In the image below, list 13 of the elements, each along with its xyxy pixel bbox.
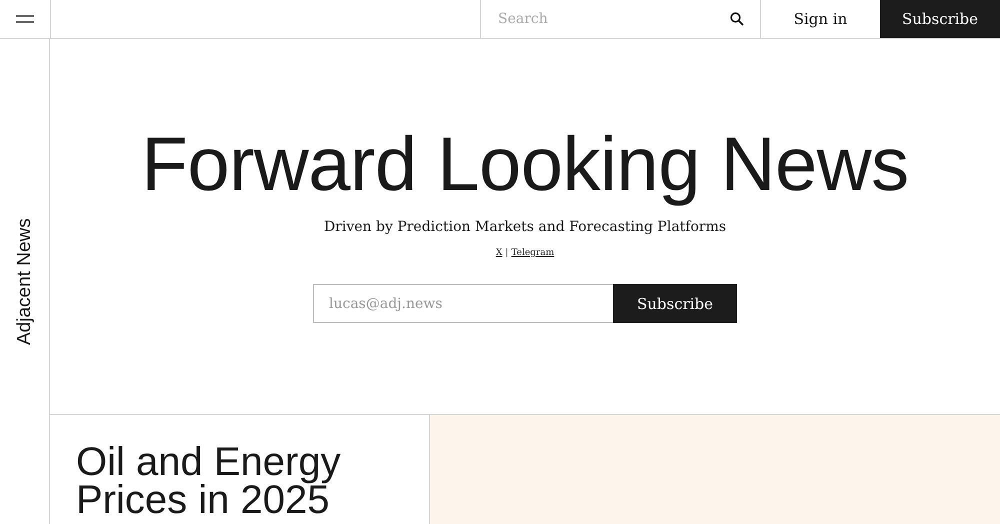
- subscribe-button[interactable]: Subscribe: [880, 0, 1000, 38]
- headline: Forward Looking News: [141, 123, 909, 207]
- link-separator: |: [505, 248, 508, 258]
- subscribe-button[interactable]: Subscribe: [613, 284, 737, 323]
- menu-icon[interactable]: [16, 15, 34, 23]
- subtitle: Driven by Prediction Markets and Forecasting Platforms: [324, 219, 726, 235]
- email-field[interactable]: lucas@adj.news: [313, 284, 613, 323]
- social-link[interactable]: X: [496, 248, 502, 258]
- social-link[interactable]: Telegram: [511, 248, 554, 258]
- brand-name[interactable]: Adjacent News: [14, 215, 34, 345]
- article-title[interactable]: Oil and Energy Prices in 2025: [76, 443, 376, 521]
- search-icon[interactable]: [730, 12, 744, 26]
- search-field[interactable]: Search: [496, 10, 730, 28]
